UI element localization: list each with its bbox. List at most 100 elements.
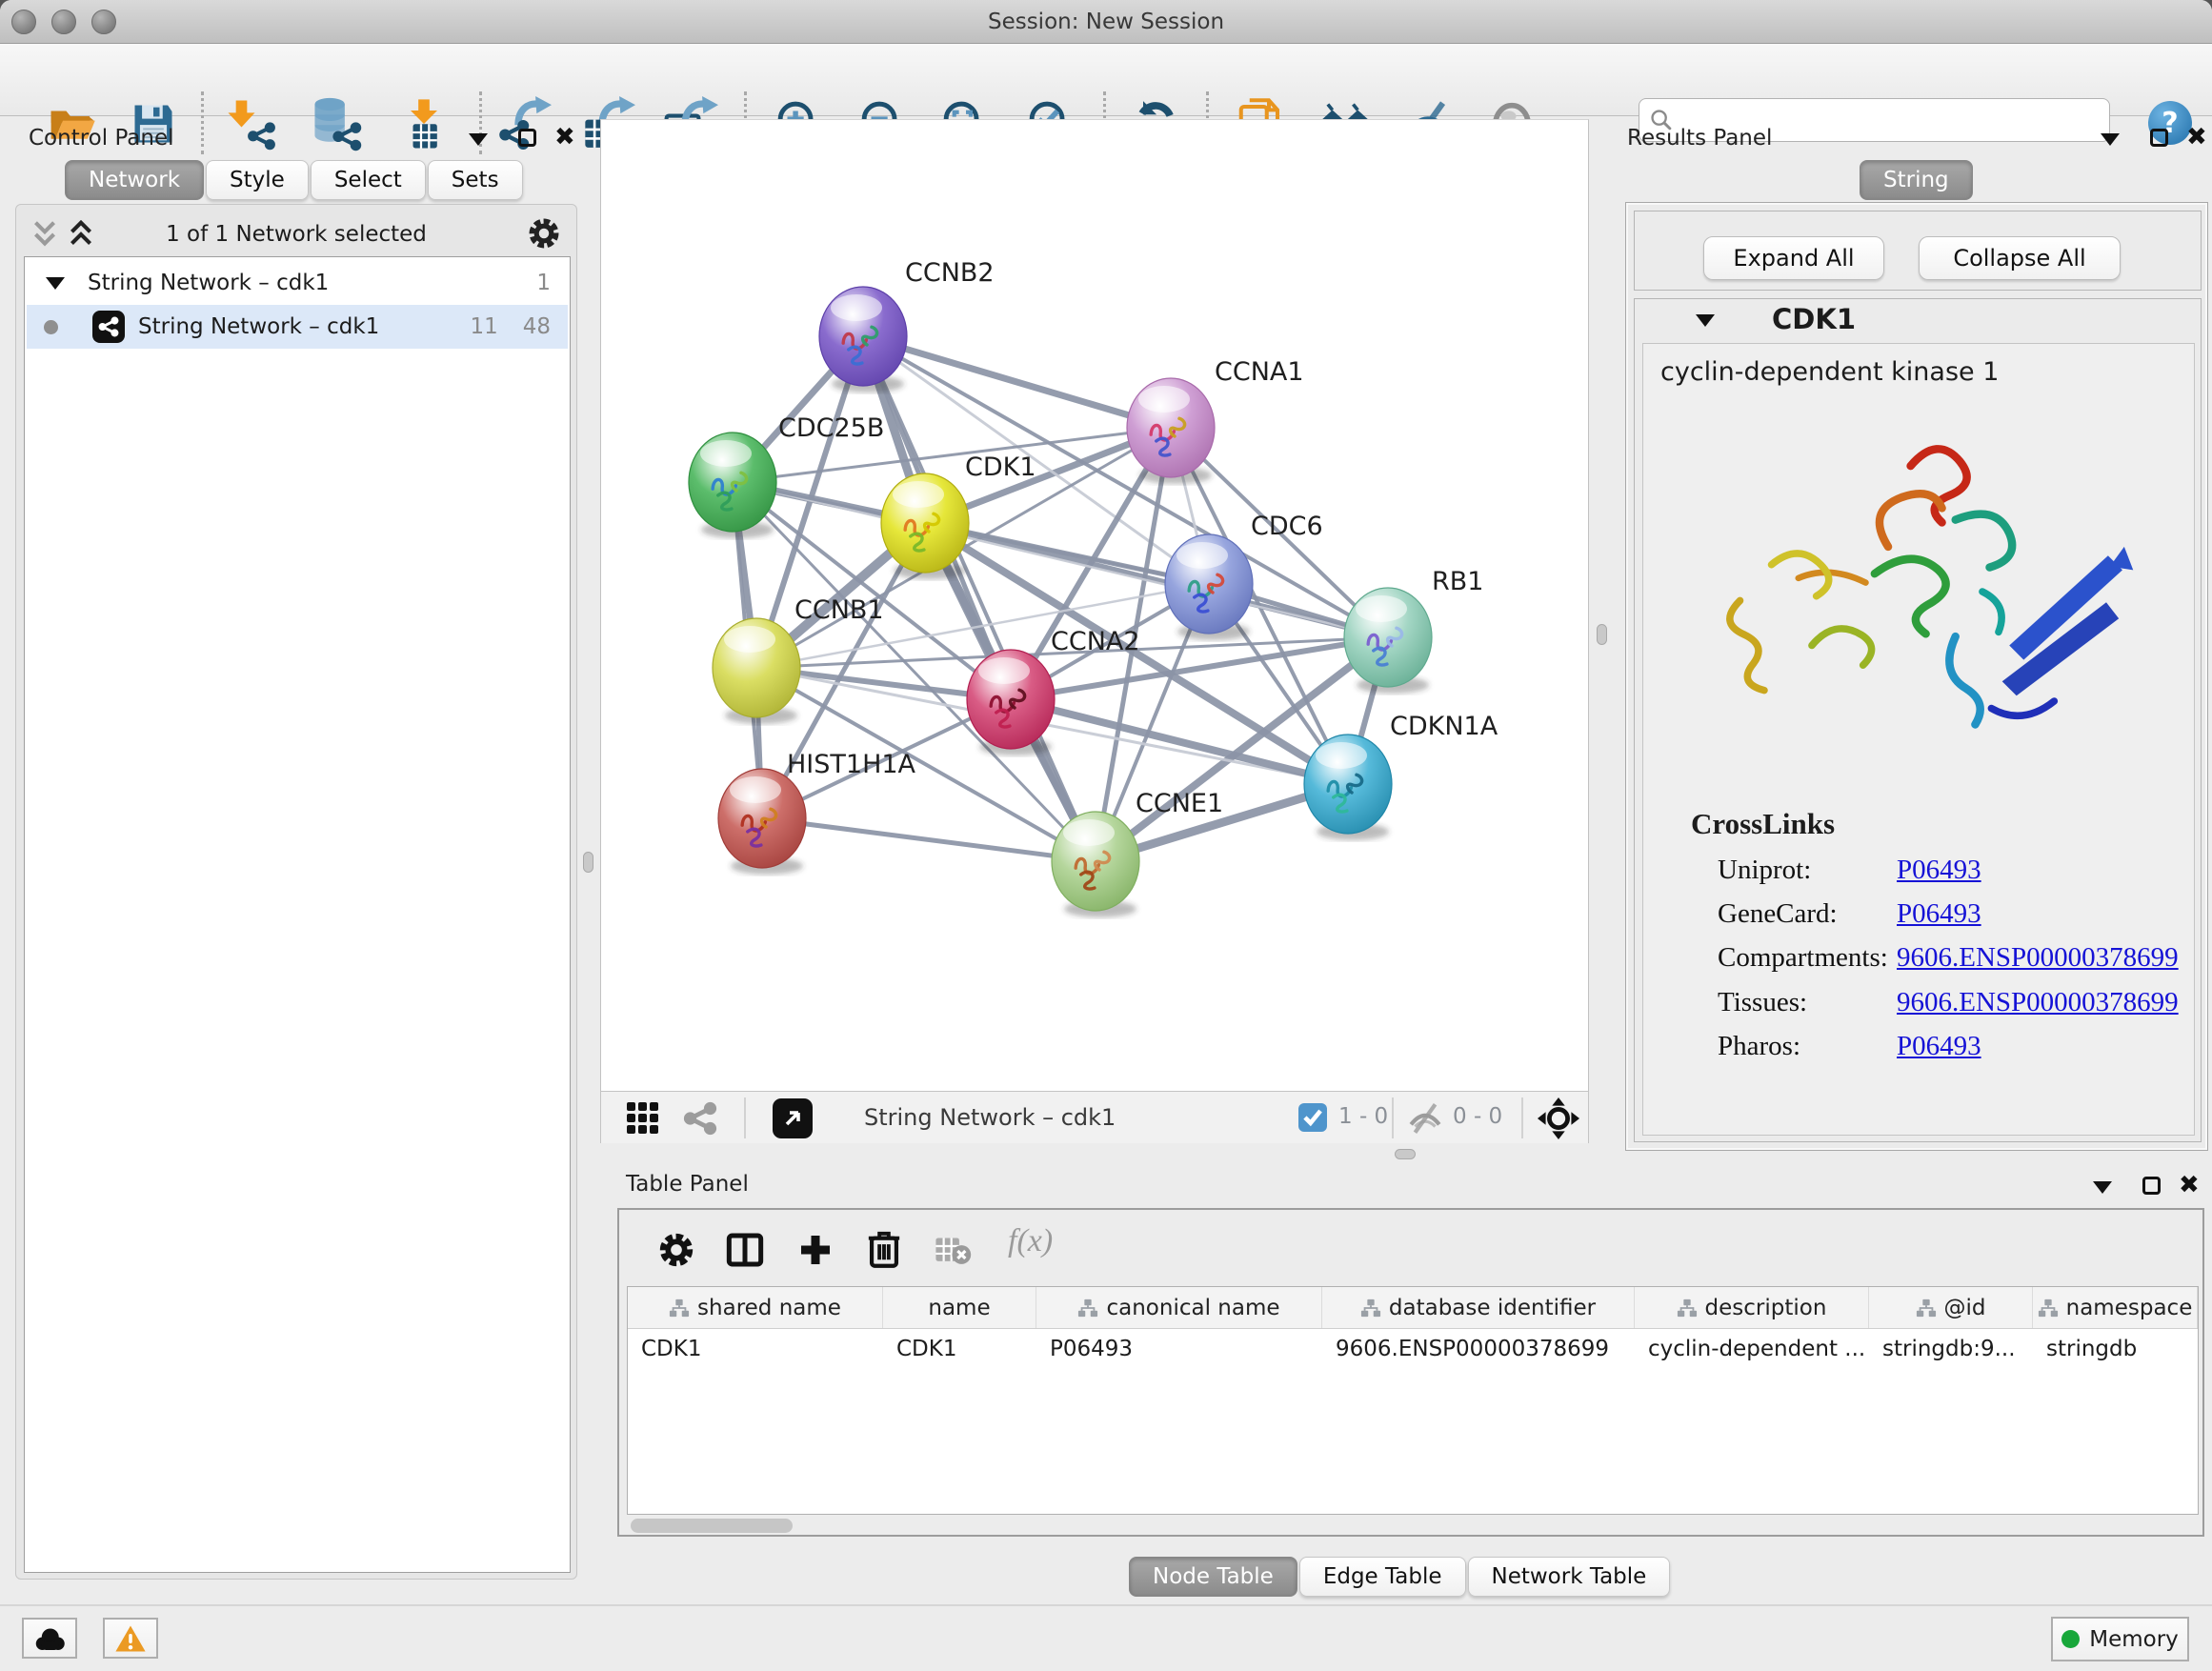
crosslink-link[interactable]: P06493 — [1897, 898, 1981, 930]
table-cell: 9606.ENSP00000378699 — [1322, 1337, 1635, 1361]
splitter-handle[interactable] — [583, 852, 593, 873]
collection-count: 1 — [536, 271, 551, 295]
tab-network-table[interactable]: Network Table — [1468, 1557, 1671, 1597]
crosslink-label: Compartments: — [1718, 942, 1888, 974]
node-label-CDK1: CDK1 — [965, 453, 1036, 482]
toolbar-separator — [1521, 1097, 1523, 1138]
selected-checkbox[interactable] — [1298, 1103, 1327, 1132]
grid-view-icon[interactable] — [626, 1101, 660, 1136]
control-panel: Control Panel ✖ Network Style Select Set… — [8, 119, 593, 1581]
collapse-entry-icon[interactable] — [1696, 314, 1715, 327]
crosslink-link[interactable]: P06493 — [1897, 1031, 1981, 1062]
tab-select[interactable]: Select — [311, 160, 426, 200]
close-panel-icon[interactable]: ✖ — [2186, 129, 2207, 147]
namespace-tree-icon — [1916, 1298, 1937, 1319]
node-label-RB1: RB1 — [1432, 567, 1483, 596]
column-header-canonical-name[interactable]: canonical name — [1036, 1287, 1322, 1328]
network-node-CCNE1[interactable]: CCNE1 — [1052, 789, 1223, 917]
selected-counts: 1 - 0 — [1338, 1104, 1388, 1129]
network-view-toolbar: String Network – cdk1 1 - 0 0 - 0 — [600, 1091, 1589, 1143]
node-label-CCNA1: CCNA1 — [1215, 357, 1304, 387]
tab-style[interactable]: Style — [206, 160, 309, 200]
network-node-CCNB1[interactable]: CCNB1 — [713, 595, 884, 724]
column-header--id[interactable]: @id — [1869, 1287, 2033, 1328]
float-panel-icon[interactable] — [469, 133, 488, 146]
crosslink-link[interactable]: P06493 — [1897, 855, 1981, 886]
app-window: Session: New Session — [0, 0, 2212, 1671]
network-node-CCNA2[interactable]: CCNA2 — [967, 627, 1140, 755]
namespace-tree-icon — [669, 1298, 690, 1319]
columns-icon[interactable] — [726, 1231, 764, 1269]
warning-icon — [114, 1624, 147, 1653]
network-node-RB1[interactable]: RB1 — [1344, 567, 1483, 694]
tab-string[interactable]: String — [1860, 160, 1973, 200]
maximize-panel-icon[interactable] — [2142, 1177, 2161, 1195]
splitter-handle[interactable] — [1597, 624, 1607, 645]
trash-icon[interactable] — [865, 1229, 903, 1269]
network-node-HIST1H1A[interactable]: HIST1H1A — [718, 750, 916, 875]
close-panel-icon[interactable]: ✖ — [2179, 1177, 2200, 1195]
close-panel-icon[interactable]: ✖ — [554, 129, 575, 147]
float-panel-icon[interactable] — [2093, 1181, 2112, 1194]
network-node-CCNA1[interactable]: CCNA1 — [1127, 357, 1304, 484]
maximize-panel-icon[interactable] — [518, 129, 536, 147]
namespace-tree-icon — [2038, 1298, 2059, 1319]
detach-view-button[interactable] — [773, 1098, 813, 1138]
network-view[interactable]: CCNB2 CCNA1 CDC25B CDK1 CDC6 RB1 CCNB1 CCNA2 CDK… — [600, 119, 1589, 1091]
tab-node-table[interactable]: Node Table — [1129, 1557, 1297, 1597]
table-body: CDK1CDK1P064939606.ENSP00000378699cyclin… — [628, 1329, 2198, 1369]
table-header-row: shared namenamecanonical namedatabase id… — [628, 1287, 2198, 1329]
maximize-panel-icon[interactable] — [2150, 129, 2168, 147]
share-view-icon[interactable] — [683, 1101, 717, 1136]
column-header-name[interactable]: name — [883, 1287, 1036, 1328]
crosslink-link[interactable]: 9606.ENSP00000378699 — [1897, 942, 2179, 974]
network-tab-panel: 1 of 1 Network selected String Network –… — [15, 204, 577, 1580]
title-bar: Session: New Session — [0, 0, 2212, 44]
tab-edge-table[interactable]: Edge Table — [1299, 1557, 1466, 1597]
network-row-selected[interactable]: String Network – cdk1 11 48 — [27, 305, 568, 349]
tab-network[interactable]: Network — [65, 160, 204, 200]
gear-icon[interactable] — [657, 1231, 695, 1269]
main-toolbar: ? — [0, 44, 2212, 116]
column-header-shared-name[interactable]: shared name — [628, 1287, 883, 1328]
network-node-CDKN1A[interactable]: CDKN1A — [1304, 712, 1498, 840]
edge-CCNB2-CCNE1 — [863, 336, 1096, 861]
crosslinks-title: CrossLinks — [1691, 807, 1835, 841]
hidden-eye-slash-icon[interactable] — [1407, 1102, 1443, 1135]
table-panel: f(x) shared namenamecanonical namedataba… — [617, 1208, 2204, 1537]
network-node-CDC6[interactable]: CDC6 — [1165, 512, 1323, 640]
protein-structure-image — [1686, 406, 2153, 777]
float-panel-icon[interactable] — [2101, 133, 2120, 146]
node-label-CDC25B: CDC25B — [778, 413, 884, 443]
control-panel-tabs: Network Style Select Sets — [65, 160, 525, 200]
horizontal-scrollbar[interactable] — [631, 1519, 793, 1533]
table-row[interactable]: CDK1CDK1P064939606.ENSP00000378699cyclin… — [628, 1329, 2198, 1369]
warnings-button[interactable] — [103, 1618, 158, 1659]
cloud-status-button[interactable] — [22, 1618, 77, 1659]
splitter-handle[interactable] — [1395, 1149, 1416, 1159]
delete-table-icon[interactable] — [934, 1235, 972, 1267]
tab-sets[interactable]: Sets — [428, 160, 523, 200]
node-label-CDC6: CDC6 — [1251, 512, 1323, 541]
network-node-CCNB2[interactable]: CCNB2 — [819, 258, 995, 393]
node-label-CCNA2: CCNA2 — [1051, 627, 1140, 656]
namespace-tree-icon — [1677, 1298, 1698, 1319]
column-header-database-identifier[interactable]: database identifier — [1322, 1287, 1635, 1328]
crosslink-link[interactable]: 9606.ENSP00000378699 — [1897, 987, 2179, 1018]
column-header-namespace[interactable]: namespace — [2033, 1287, 2198, 1328]
expand-all-button[interactable]: Expand All — [1703, 236, 1884, 280]
add-column-icon[interactable] — [796, 1231, 835, 1269]
function-builder-button[interactable]: f(x) — [1008, 1223, 1053, 1259]
node-label-CDKN1A: CDKN1A — [1390, 712, 1498, 741]
table-cell: stringdb — [2033, 1337, 2198, 1361]
gear-icon[interactable] — [527, 216, 561, 251]
network-collection-row[interactable]: String Network – cdk1 1 — [27, 261, 568, 305]
crosshair-move-icon[interactable] — [1537, 1097, 1580, 1140]
tree-expander-icon[interactable] — [46, 277, 65, 290]
memory-button[interactable]: Memory — [2051, 1617, 2189, 1661]
toolbar-separator — [744, 1097, 746, 1138]
node-label-CCNB1: CCNB1 — [794, 595, 884, 625]
collapse-all-button[interactable]: Collapse All — [1919, 236, 2121, 280]
column-header-description[interactable]: description — [1635, 1287, 1869, 1328]
results-panel: Results Panel ✖ String Expand All Collap… — [1619, 119, 2212, 1158]
